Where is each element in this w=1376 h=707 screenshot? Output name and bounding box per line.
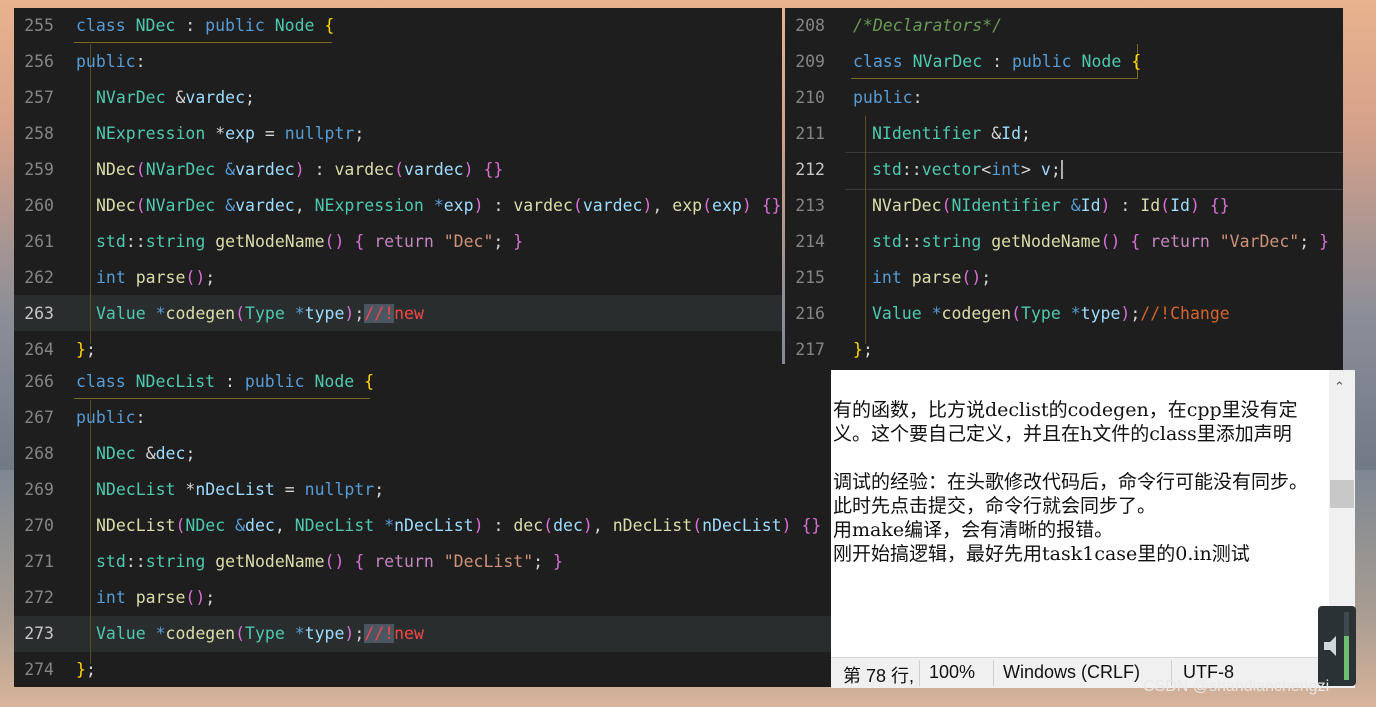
code-line[interactable]: NExpression *exp = nullptr; <box>96 116 364 152</box>
volume-indicator[interactable] <box>1318 606 1356 686</box>
code-line[interactable]: NDecList(NDec &dec, NDecList *nDecList) … <box>96 508 821 544</box>
line-number: 267 <box>24 408 54 427</box>
line-number: 216 <box>795 304 825 323</box>
line-number: 211 <box>795 124 825 143</box>
code-line[interactable]: NDec(NVarDec &vardec, NExpression *exp) … <box>96 188 782 224</box>
line-number: 262 <box>24 268 54 287</box>
line-number: 215 <box>795 268 825 287</box>
line-number: 271 <box>24 552 54 571</box>
code-line[interactable]: int parse(); <box>872 260 991 296</box>
line-number: 213 <box>795 196 825 215</box>
chevron-up-icon[interactable]: ⌃ <box>1334 380 1345 395</box>
code-editor-left-top[interactable]: 255 class NDec : public Node { 256 public:… <box>14 8 782 366</box>
line-number: 256 <box>24 52 54 71</box>
code-line[interactable]: NVarDec(NIdentifier &Id) : Id(Id) {} <box>872 188 1230 224</box>
line-number: 269 <box>24 480 54 499</box>
line-number: 208 <box>795 16 825 35</box>
line-number: 259 <box>24 160 54 179</box>
code-line[interactable]: NDec(NVarDec &vardec) : vardec(vardec) {… <box>96 152 503 188</box>
code-line[interactable]: int parse(); <box>96 580 215 616</box>
code-line[interactable]: }; <box>853 332 873 368</box>
line-number: 270 <box>24 516 54 535</box>
notepad-window: 有的函数，比方说declist的codegen，在cpp里没有定义。这个要自己定… <box>831 370 1355 688</box>
code-line[interactable]: public: <box>76 400 146 436</box>
line-number: 264 <box>24 340 54 359</box>
line-number: 217 <box>795 340 825 359</box>
line-number: 266 <box>24 372 54 391</box>
code-line[interactable]: }; <box>76 332 96 366</box>
line-number: 263 <box>24 304 54 323</box>
line-number: 260 <box>24 196 54 215</box>
line-number: 210 <box>795 88 825 107</box>
status-position: 第 78 行, <box>843 666 915 686</box>
code-line[interactable]: std::string getNodeName() { return "Dec"… <box>96 224 523 260</box>
notepad-text-area[interactable]: 有的函数，比方说declist的codegen，在cpp里没有定义。这个要自己定… <box>833 398 1318 566</box>
code-line[interactable]: NVarDec &vardec; <box>96 80 255 116</box>
line-number: 257 <box>24 88 54 107</box>
code-line[interactable]: NIdentifier &Id; <box>872 116 1031 152</box>
code-line[interactable]: class NVarDec : public Node { <box>853 44 1141 80</box>
code-line[interactable]: class NDec : public Node { <box>76 8 334 44</box>
code-line[interactable]: NDec &dec; <box>96 436 195 472</box>
code-editor-right[interactable]: 208 /*Declarators*/ 209 class NVarDec : pu… <box>785 8 1343 370</box>
speaker-icon <box>1324 612 1349 680</box>
code-line[interactable]: std::string getNodeName() { return "DecL… <box>96 544 563 580</box>
line-number: 268 <box>24 444 54 463</box>
line-number: 212 <box>795 160 825 179</box>
code-line[interactable]: class NDecList : public Node { <box>76 364 374 400</box>
code-line[interactable]: }; <box>76 652 96 687</box>
line-number: 255 <box>24 16 54 35</box>
watermark: CSDN @shandianchengzi <box>1143 678 1330 695</box>
line-number: 258 <box>24 124 54 143</box>
line-number: 209 <box>795 52 825 71</box>
line-number: 273 <box>24 624 54 643</box>
line-number: 261 <box>24 232 54 251</box>
code-line[interactable]: Value *codegen(Type *type);//!Change <box>872 296 1230 332</box>
code-line[interactable]: Value *codegen(Type *type);//!new <box>96 616 424 652</box>
code-line[interactable]: std::vector<int> v; <box>872 152 1063 188</box>
code-line[interactable]: std::string getNodeName() { return "VarD… <box>872 224 1329 260</box>
status-line-ending: Windows (CRLF) <box>1003 662 1141 682</box>
line-number: 214 <box>795 232 825 251</box>
line-number: 274 <box>24 660 54 679</box>
scrollbar-thumb[interactable] <box>1330 480 1354 508</box>
code-line[interactable]: Value *codegen(Type *type);//!new <box>96 296 424 332</box>
code-line[interactable]: NDecList *nDecList = nullptr; <box>96 472 384 508</box>
code-line[interactable]: /*Declarators*/ <box>853 8 1002 44</box>
line-number: 272 <box>24 588 54 607</box>
code-editor-left-bottom[interactable]: 266 class NDecList : public Node { 267 pub… <box>14 364 831 687</box>
code-line[interactable]: int parse(); <box>96 260 215 296</box>
code-line[interactable]: public: <box>853 80 923 116</box>
code-line[interactable]: public: <box>76 44 146 80</box>
status-zoom: 100% <box>929 662 976 682</box>
